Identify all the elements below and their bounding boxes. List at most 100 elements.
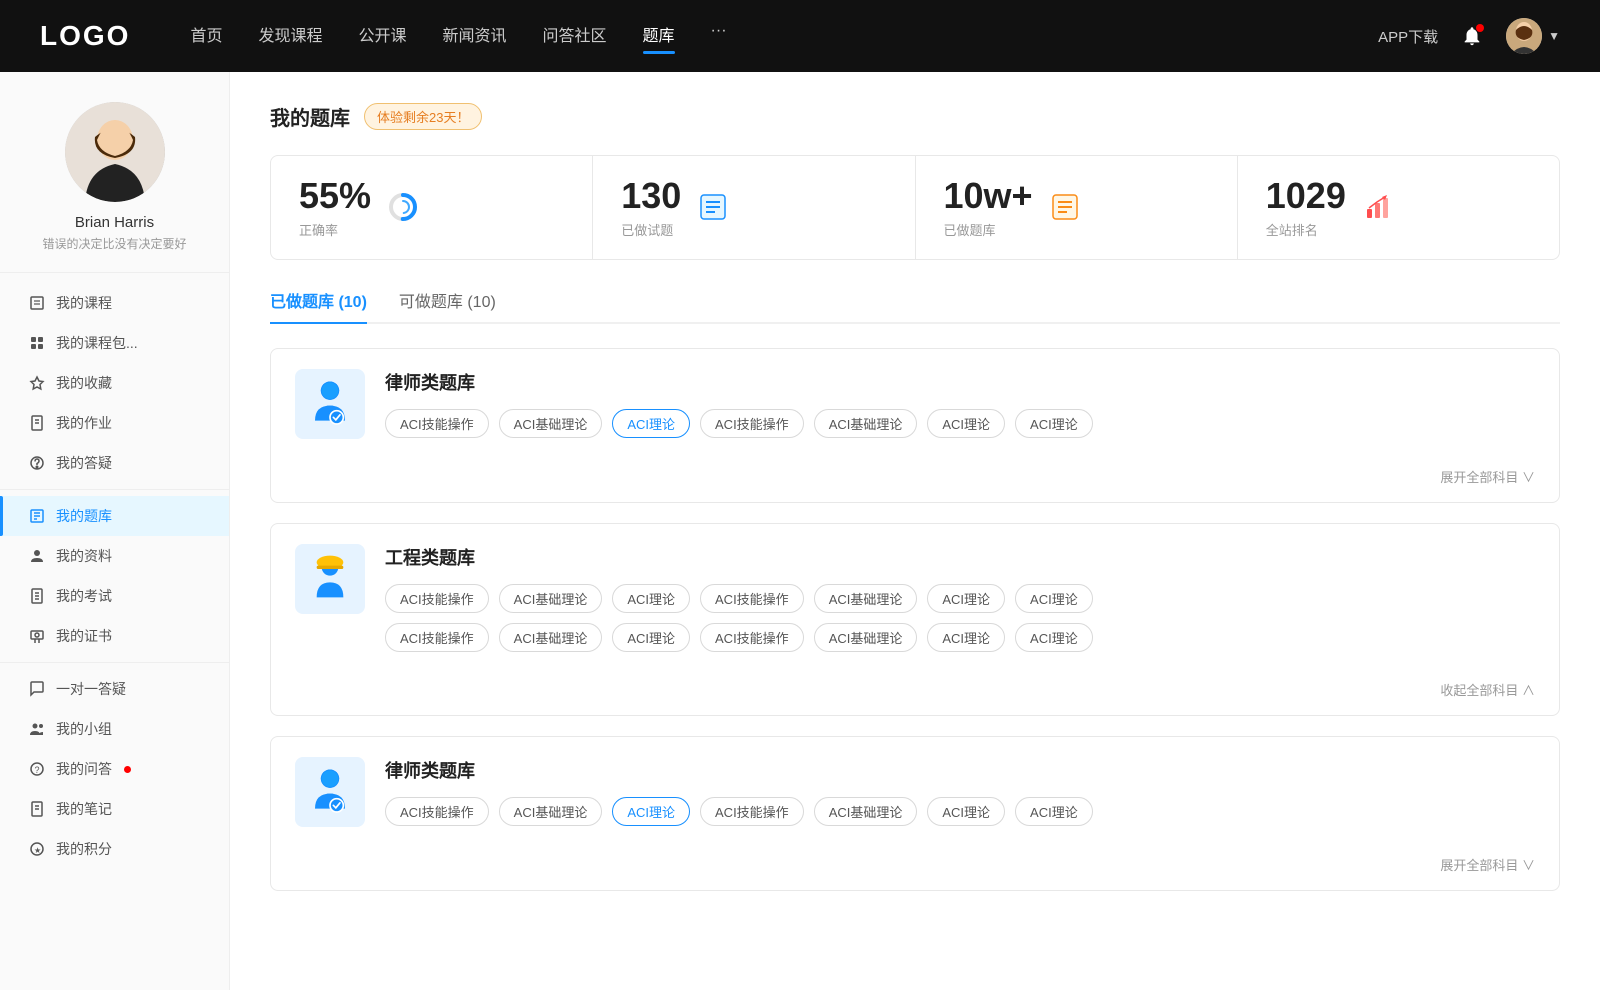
svg-text:?: ? bbox=[35, 765, 40, 775]
tag[interactable]: ACI基础理论 bbox=[814, 584, 918, 613]
tab-inactive[interactable]: 可做题库 (10) bbox=[399, 288, 496, 322]
tag[interactable]: ACI理论 bbox=[612, 623, 690, 652]
group-icon bbox=[28, 720, 46, 738]
nav-link[interactable]: 首页 bbox=[190, 22, 222, 50]
sidebar-item-qa[interactable]: ? 我的问答 bbox=[0, 749, 229, 789]
tag[interactable]: ACI基础理论 bbox=[814, 409, 918, 438]
qbank-tags: ACI技能操作 ACI基础理论 ACI理论 ACI技能操作 ACI基础理论 ACI理论 AC… bbox=[385, 797, 1535, 826]
sidebar-item-note[interactable]: 我的笔记 bbox=[0, 789, 229, 829]
nav-link[interactable]: ··· bbox=[711, 22, 727, 50]
app-download[interactable]: APP下载 bbox=[1378, 26, 1438, 47]
qbank-info: 律师类题库ACI技能操作ACI基础理论ACI理论ACI技能操作ACI基础理论AC… bbox=[385, 369, 1535, 438]
tag[interactable]: ACI理论 bbox=[1015, 797, 1093, 826]
tag[interactable]: ACI技能操作 bbox=[385, 584, 489, 613]
tag[interactable]: ACI基础理论 bbox=[499, 409, 603, 438]
tag[interactable]: ACI技能操作 bbox=[385, 623, 489, 652]
exam-icon bbox=[28, 587, 46, 605]
note-icon bbox=[28, 800, 46, 818]
stat-value: 1029 bbox=[1266, 176, 1346, 216]
sidebar-divider bbox=[0, 489, 229, 490]
page-title: 我的题库 bbox=[270, 102, 350, 131]
stat-label: 全站排名 bbox=[1266, 220, 1346, 239]
stat-value: 10w+ bbox=[944, 176, 1033, 216]
sidebar-item-label: 我的题库 bbox=[56, 506, 112, 526]
sidebar-item-package[interactable]: 我的课程包... bbox=[0, 323, 229, 363]
qbank-header: 律师类题库ACI技能操作ACI基础理论ACI理论ACI技能操作ACI基础理论AC… bbox=[271, 349, 1559, 459]
sidebar-item-label: 我的考试 bbox=[56, 586, 112, 606]
sidebar-profile: Brian Harris 错误的决定比没有决定要好 bbox=[0, 102, 229, 273]
sidebar-divider bbox=[0, 662, 229, 663]
question-icon bbox=[28, 454, 46, 472]
sidebar-item-homework[interactable]: 我的作业 bbox=[0, 403, 229, 443]
sidebar-item-star[interactable]: 我的收藏 bbox=[0, 363, 229, 403]
sidebar-item-label: 我的问答 bbox=[56, 759, 112, 779]
tag[interactable]: ACI理论 bbox=[612, 584, 690, 613]
sidebar-item-exam[interactable]: 我的考试 bbox=[0, 576, 229, 616]
layout: Brian Harris 错误的决定比没有决定要好 我的课程我的课程包...我的… bbox=[0, 72, 1600, 990]
nav-link[interactable]: 发现课程 bbox=[258, 22, 322, 50]
tag[interactable]: ACI理论 bbox=[927, 409, 1005, 438]
sidebar-item-label: 我的笔记 bbox=[56, 799, 112, 819]
qbank-icon-engineer bbox=[295, 544, 365, 614]
tag[interactable]: ACI技能操作 bbox=[700, 409, 804, 438]
tag[interactable]: ACI理论 bbox=[612, 797, 690, 826]
tag[interactable]: ACI理论 bbox=[927, 584, 1005, 613]
tag[interactable]: ACI基础理论 bbox=[499, 623, 603, 652]
user-avatar[interactable]: ▼ bbox=[1506, 18, 1560, 54]
qbank-footer: 收起全部科目 ∧ bbox=[271, 672, 1559, 715]
avatar-chevron-icon: ▼ bbox=[1548, 29, 1560, 43]
tag[interactable]: ACI理论 bbox=[1015, 623, 1093, 652]
qbank-footer: 展开全部科目 ∨ bbox=[271, 459, 1559, 502]
expand-button[interactable]: 展开全部科目 ∨ bbox=[1440, 467, 1535, 486]
sidebar-item-cert[interactable]: 我的证书 bbox=[0, 616, 229, 656]
sidebar-item-chat[interactable]: 一对一答疑 bbox=[0, 669, 229, 709]
qbank-info: 律师类题库ACI技能操作ACI基础理论ACI理论ACI技能操作ACI基础理论AC… bbox=[385, 757, 1535, 826]
tag[interactable]: ACI理论 bbox=[612, 409, 690, 438]
sidebar-item-label: 我的资料 bbox=[56, 546, 112, 566]
stat-card: 130已做试题 bbox=[593, 156, 915, 259]
tag[interactable]: ACI理论 bbox=[927, 623, 1005, 652]
nav-link[interactable]: 题库 bbox=[643, 22, 675, 50]
tab-active[interactable]: 已做题库 (10) bbox=[270, 288, 367, 322]
topnav-right: APP下载 ▼ bbox=[1378, 18, 1560, 54]
tag[interactable]: ACI技能操作 bbox=[700, 797, 804, 826]
tag[interactable]: ACI技能操作 bbox=[700, 584, 804, 613]
qbank-extra-tags: ACI技能操作 ACI基础理论 ACI理论 ACI技能操作 ACI基础理论 ACI理论 AC… bbox=[385, 623, 1535, 652]
tag[interactable]: ACI技能操作 bbox=[700, 623, 804, 652]
nav-link[interactable]: 问答社区 bbox=[543, 22, 607, 50]
stat-card: 55%正确率 bbox=[271, 156, 593, 259]
sidebar-item-profile[interactable]: 我的资料 bbox=[0, 536, 229, 576]
nav-link[interactable]: 新闻资讯 bbox=[443, 22, 507, 50]
sidebar-item-course[interactable]: 我的课程 bbox=[0, 283, 229, 323]
tag[interactable]: ACI技能操作 bbox=[385, 409, 489, 438]
tag[interactable]: ACI基础理论 bbox=[814, 797, 918, 826]
notification-bell[interactable] bbox=[1458, 22, 1486, 50]
expand-button[interactable]: 收起全部科目 ∧ bbox=[1440, 680, 1535, 699]
logo[interactable]: LOGO bbox=[40, 20, 130, 52]
notification-dot bbox=[124, 766, 131, 773]
tag[interactable]: ACI基础理论 bbox=[814, 623, 918, 652]
tag[interactable]: ACI基础理论 bbox=[499, 584, 603, 613]
qbank-title: 工程类题库 bbox=[385, 544, 1535, 570]
tag[interactable]: ACI理论 bbox=[927, 797, 1005, 826]
avatar-image bbox=[1506, 18, 1542, 54]
sidebar-item-points[interactable]: ★我的积分 bbox=[0, 829, 229, 869]
homework-icon bbox=[28, 414, 46, 432]
sidebar-item-group[interactable]: 我的小组 bbox=[0, 709, 229, 749]
sidebar-item-label: 我的作业 bbox=[56, 413, 112, 433]
sidebar-item-label: 我的小组 bbox=[56, 719, 112, 739]
sidebar-item-question[interactable]: 我的答疑 bbox=[0, 443, 229, 483]
tag[interactable]: ACI基础理论 bbox=[499, 797, 603, 826]
sidebar-item-label: 我的课程 bbox=[56, 293, 112, 313]
tag[interactable]: ACI理论 bbox=[1015, 584, 1093, 613]
tag[interactable]: ACI技能操作 bbox=[385, 797, 489, 826]
donut-icon bbox=[385, 189, 421, 225]
main-content: 我的题库 体验剩余23天！ 55%正确率 130已做试题 10w+已做题库 10… bbox=[230, 72, 1600, 990]
svg-text:★: ★ bbox=[34, 846, 41, 855]
sidebar-item-qbank[interactable]: 我的题库 bbox=[0, 496, 229, 536]
page-title-row: 我的题库 体验剩余23天！ bbox=[270, 102, 1560, 131]
package-icon bbox=[28, 334, 46, 352]
nav-link[interactable]: 公开课 bbox=[358, 22, 406, 50]
expand-button[interactable]: 展开全部科目 ∨ bbox=[1440, 855, 1535, 874]
tag[interactable]: ACI理论 bbox=[1015, 409, 1093, 438]
